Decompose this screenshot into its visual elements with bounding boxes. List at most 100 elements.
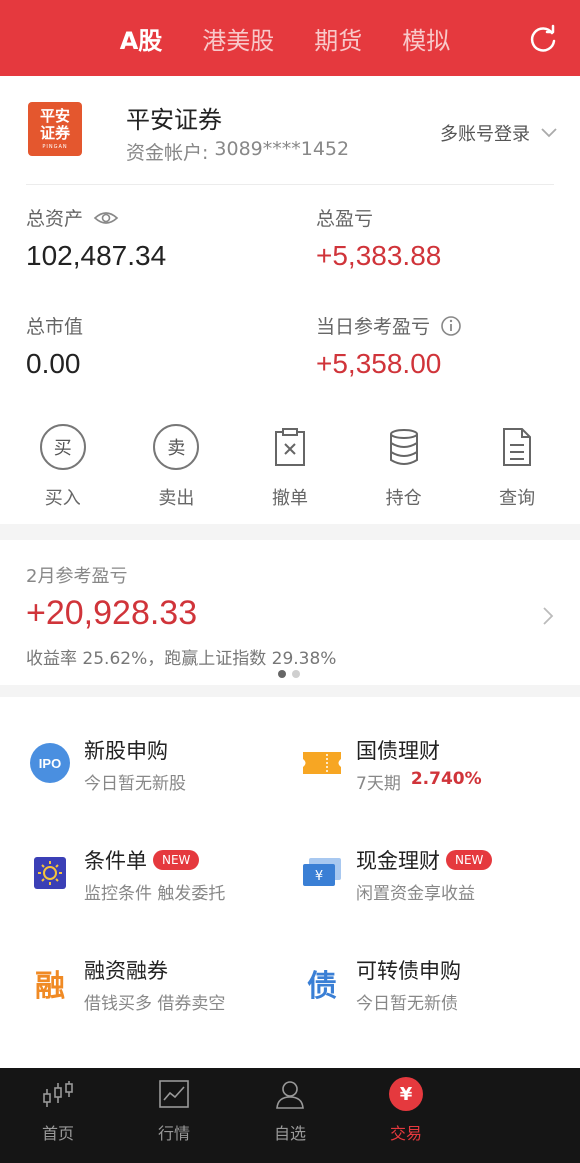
tab-simulation[interactable]: 模拟 [402,21,450,56]
treasury-bond-term: 7天期 [356,774,401,794]
top-bar: A股 港美股 期货 模拟 [0,0,580,76]
nav-trade[interactable]: ¥ 交易 [356,1076,456,1163]
treasury-bond-desc-row: 7天期 2.740% [356,769,482,794]
logo-text-line1: 平安 [39,107,70,125]
treasury-bond-item[interactable]: 国债理财 7天期 2.740% [300,735,560,815]
trade-screen: A股 港美股 期货 模拟 平安 证券 PINGAN 平安证券 资金帐户: 308… [0,0,580,1163]
monthly-pl-label: 2月参考盈亏 [26,566,128,587]
tab-hk-us-stocks[interactable]: 港美股 [202,21,274,56]
home-candlestick-icon [40,1076,76,1112]
total-pl-label: 总盈亏 [316,208,374,230]
condition-order-icon [28,851,72,895]
query-label: 查询 [499,488,536,509]
treasury-bond-name: 国债理财 [356,739,440,763]
cash-management-name-row: 现金理财 NEW [356,845,493,875]
divider [26,184,554,185]
condition-order-name: 条件单 [84,849,147,873]
svg-text:¥: ¥ [315,869,323,884]
new-badge: NEW [446,850,493,870]
broker-name: 平安证券 [126,106,222,134]
tab-a-shares[interactable]: A股 [120,21,163,56]
nav-home-label: 首页 [41,1124,74,1143]
multi-account-login-button[interactable]: 多账号登录 [440,120,558,146]
nav-watchlist-label: 自选 [273,1124,306,1143]
cash-management-name: 现金理财 [356,849,440,873]
cash-icon: ¥ [300,851,344,895]
monthly-pl-summary: 收益率 25.62%，跑赢上证指数 29.38% [26,649,337,669]
convertible-bond-desc: 今日暂无新债 [356,994,458,1014]
sell-label: 卖出 [158,488,195,509]
nav-watchlist[interactable]: 自选 [240,1076,340,1163]
info-icon[interactable] [440,315,462,337]
cancel-order-label: 撤单 [271,488,308,509]
watchlist-user-icon [272,1076,308,1112]
buy-label: 买入 [44,488,81,509]
daily-pl-label-row: 当日参考盈亏 [316,312,462,339]
nav-home[interactable]: 首页 [8,1076,108,1163]
total-assets-label: 总资产 [26,208,84,230]
chevron-down-icon [541,128,557,138]
page-dot[interactable] [278,670,286,678]
new-badge: NEW [153,850,200,870]
nav-placeholder [472,1076,572,1163]
daily-pl-label: 当日参考盈亏 [316,316,431,338]
market-value-label: 总市值 [26,316,84,338]
total-assets-label-row: 总资产 [26,204,119,231]
condition-order-desc: 监控条件 触发委托 [84,884,226,904]
services-grid: IPO 新股申购 今日暂无新股 国债理财 7天期 2.740% 条件单 NEW … [0,697,580,1077]
account-label: 资金帐户: [126,142,209,164]
broker-logo: 平安 证券 PINGAN [28,102,82,156]
margin-icon-glyph: 融 [35,969,65,1004]
convertible-bond-name: 可转债申购 [356,959,461,983]
monthly-pl-value: +20,928.33 [26,594,198,632]
bond-icon: 债 [300,961,344,1005]
page-dot[interactable] [292,670,300,678]
margin-trading-item[interactable]: 融 融资融券 借钱买多 借券卖空 [28,955,288,1035]
trade-actions: 买 买入 卖 卖出 撤单 持仓 查询 [0,424,580,514]
ipo-desc: 今日暂无新股 [84,774,186,794]
market-chart-icon [156,1076,192,1112]
nav-trade-label: 交易 [389,1124,422,1143]
daily-pl-value: +5,358.00 [316,348,442,379]
ipo-name: 新股申购 [84,739,168,763]
margin-icon: 融 [28,961,72,1005]
chevron-right-icon[interactable] [542,606,554,626]
market-tabs: A股 港美股 期货 模拟 [120,21,451,56]
document-icon [494,424,540,470]
ipo-icon: IPO [28,741,72,785]
account-section: 平安 证券 PINGAN 平安证券 资金帐户: 3089****1452 多账号… [0,76,580,524]
database-stack-icon [381,424,427,470]
query-button[interactable]: 查询 [471,424,563,514]
nav-market-label: 行情 [157,1124,190,1143]
logo-subtext: PINGAN [42,144,68,150]
positions-button[interactable]: 持仓 [358,424,450,514]
margin-trading-desc: 借钱买多 借券卖空 [84,994,226,1014]
nav-market[interactable]: 行情 [124,1076,224,1163]
logo-text-line2: 证券 [39,124,70,142]
eye-icon[interactable] [93,210,119,226]
svg-text:IPO: IPO [39,756,61,771]
tab-futures[interactable]: 期货 [314,21,362,56]
total-pl-value: +5,383.88 [316,240,442,271]
monthly-pl-card[interactable]: 2月参考盈亏 +20,928.33 收益率 25.62%，跑赢上证指数 29.3… [0,540,580,685]
refresh-icon[interactable] [528,24,558,54]
condition-order-name-row: 条件单 NEW [84,845,200,875]
condition-order-item[interactable]: 条件单 NEW 监控条件 触发委托 [28,845,288,925]
cash-management-item[interactable]: ¥ 现金理财 NEW 闲置资金享收益 [300,845,560,925]
account-number-row: 资金帐户: 3089****1452 [126,138,349,165]
multi-login-label: 多账号登录 [440,124,530,145]
cancel-order-button[interactable]: 撤单 [244,424,336,514]
account-number: 3089****1452 [214,138,350,160]
yen-glyph: ¥ [389,1077,423,1111]
clipboard-x-icon [267,424,313,470]
convertible-bond-item[interactable]: 债 可转债申购 今日暂无新债 [300,955,560,1035]
page-indicator [278,670,300,678]
sell-icon: 卖 [153,424,200,470]
ipo-subscription-item[interactable]: IPO 新股申购 今日暂无新股 [28,735,288,815]
bottom-nav: 首页 行情 自选 ¥ 交易 [0,1068,580,1163]
market-value-value: 0.00 [26,348,81,379]
cash-management-desc: 闲置资金享收益 [356,884,475,904]
buy-button[interactable]: 买 买入 [17,424,109,514]
sell-button[interactable]: 卖 卖出 [130,424,222,514]
total-assets-value: 102,487.34 [26,240,167,271]
